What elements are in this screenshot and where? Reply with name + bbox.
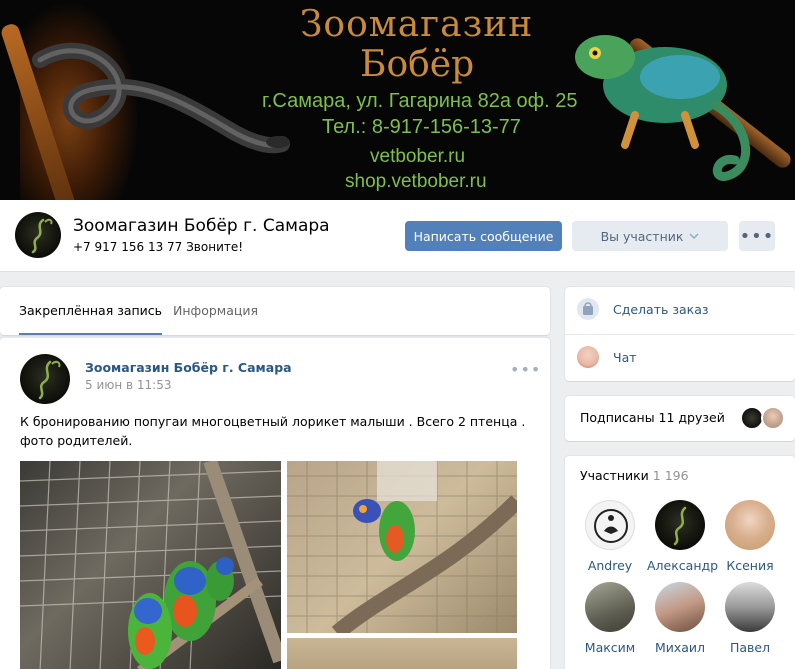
snake-logo-icon bbox=[673, 506, 687, 546]
snake-logo-icon bbox=[38, 360, 61, 400]
member-name: Ксения bbox=[726, 558, 774, 573]
post-date[interactable]: 5 июн в 11:53 bbox=[85, 378, 171, 392]
members-title-label: Участники bbox=[580, 468, 649, 483]
member-dropdown-button[interactable]: Вы участник bbox=[572, 221, 728, 251]
post-photo-3[interactable] bbox=[287, 638, 517, 669]
members-title[interactable]: Участники 1 196 bbox=[580, 468, 689, 483]
post-author-avatar[interactable] bbox=[20, 354, 70, 404]
member-item[interactable]: Александр bbox=[647, 500, 719, 573]
group-status: +7 917 156 13 77 Звоните! bbox=[73, 240, 244, 254]
pinned-post: Зоомагазин Бобёр г. Самара 5 июн в 11:53… bbox=[0, 337, 550, 669]
cover-title-line1: Зоомагазин bbox=[300, 4, 534, 45]
chat-avatar-icon bbox=[577, 346, 599, 368]
cover-address: г.Самара, ул. Гагарина 82а оф. 25 bbox=[262, 90, 578, 112]
actions-divider bbox=[565, 334, 795, 335]
cover-site1: vetbober.ru bbox=[370, 146, 466, 167]
parrot-cage-photo bbox=[20, 461, 281, 669]
friend-avatar-2 bbox=[761, 406, 785, 430]
member-avatar bbox=[725, 582, 775, 632]
chat-link[interactable]: Чат bbox=[577, 343, 637, 371]
member-avatar bbox=[655, 582, 705, 632]
group-title: Зоомагазин Бобёр г. Самара bbox=[73, 216, 330, 236]
post-author-link[interactable]: Зоомагазин Бобёр г. Самара bbox=[85, 360, 292, 375]
chameleon-illustration bbox=[575, 35, 750, 181]
member-name: Максим bbox=[584, 640, 636, 655]
shopping-bag-icon bbox=[577, 298, 599, 320]
group-avatar[interactable] bbox=[15, 212, 61, 258]
members-card: Участники 1 196 Andrey Александр Ксения М… bbox=[565, 456, 795, 669]
member-avatar bbox=[725, 500, 775, 550]
member-name: Михаил bbox=[654, 640, 706, 655]
members-count: 1 196 bbox=[652, 468, 689, 483]
post-text: К бронированию попугаи многоцветный лори… bbox=[20, 414, 526, 448]
chevron-down-icon bbox=[689, 233, 699, 239]
post-photo-2[interactable] bbox=[287, 461, 517, 633]
member-item[interactable]: Павел bbox=[717, 582, 783, 655]
member-avatar bbox=[585, 500, 635, 550]
cover-title-line2: Бобёр bbox=[360, 44, 475, 85]
snake-illustration bbox=[32, 42, 290, 154]
post-menu-icon[interactable]: ••• bbox=[510, 360, 541, 379]
member-name: Andrey bbox=[587, 558, 633, 573]
make-order-label: Сделать заказ bbox=[613, 301, 709, 317]
meditation-icon bbox=[594, 509, 628, 543]
friends-following-label: Подписаны 11 друзей bbox=[580, 410, 725, 425]
friends-following-card[interactable]: Подписаны 11 друзей bbox=[565, 396, 795, 441]
wall-tabs: Закреплённая запись Информация bbox=[0, 287, 550, 335]
member-avatar bbox=[655, 500, 705, 550]
parrot-branch-photo bbox=[287, 461, 517, 633]
member-name: Павел bbox=[729, 640, 771, 655]
tab-pinned-post[interactable]: Закреплённая запись bbox=[19, 287, 163, 335]
snake-logo-icon bbox=[31, 218, 53, 254]
cover-image: Зоомагазин Бобёр г.Самара, ул. Гагарина … bbox=[0, 0, 795, 200]
member-item[interactable]: Ксения bbox=[717, 500, 783, 573]
write-message-button[interactable]: Написать сообщение bbox=[405, 221, 562, 251]
more-actions-button[interactable]: ••• bbox=[739, 221, 775, 251]
group-actions-card: Сделать заказ Чат bbox=[565, 287, 795, 381]
cover-site2: shop.vetbober.ru bbox=[345, 171, 487, 192]
member-name: Александр bbox=[647, 558, 719, 573]
make-order-link[interactable]: Сделать заказ bbox=[577, 295, 709, 323]
cover-phone: Тел.: 8-917-156-13-77 bbox=[322, 116, 521, 138]
tab-info[interactable]: Информация bbox=[173, 287, 258, 335]
post-photo-1[interactable] bbox=[20, 461, 281, 669]
member-item[interactable]: Andrey bbox=[577, 500, 643, 573]
member-item[interactable]: Михаил bbox=[647, 582, 713, 655]
member-button-label: Вы участник bbox=[600, 228, 684, 244]
member-item[interactable]: Максим bbox=[577, 582, 643, 655]
member-avatar bbox=[585, 582, 635, 632]
chat-label: Чат bbox=[613, 349, 637, 365]
